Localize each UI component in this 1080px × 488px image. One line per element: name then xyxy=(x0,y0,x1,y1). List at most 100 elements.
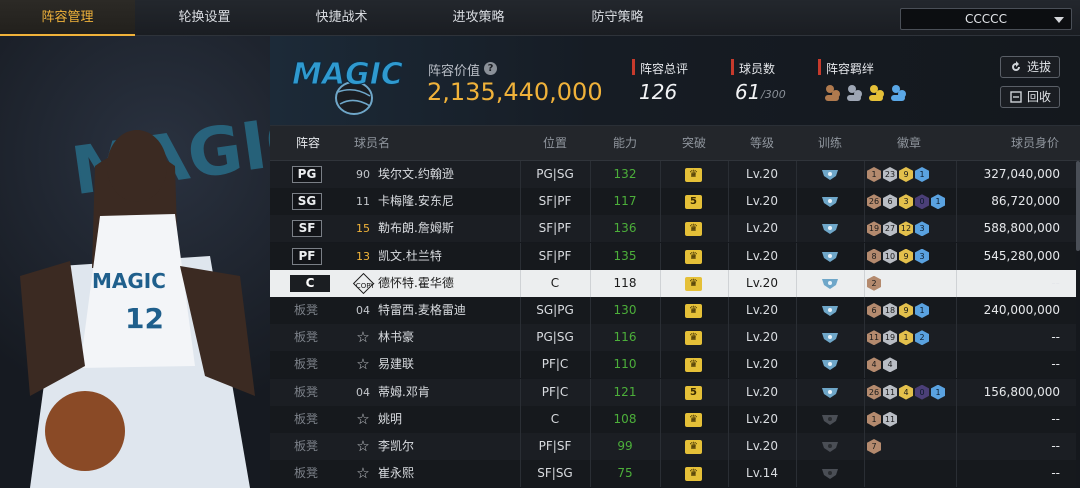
table-row[interactable]: PF 13 凯文.杜兰特 SF|PF 135 ♛ Lv.20 8 10 9 3 545,280,000 xyxy=(270,242,1076,270)
player-position: SF|SG xyxy=(537,466,573,481)
table-row[interactable]: SG 11 卡梅隆.安东尼 SF|PF 117 5 Lv.20 26 6 3 0 1 86,720,00… xyxy=(270,188,1076,216)
table-row[interactable]: SF 15 勒布朗.詹姆斯 SF|PF 136 ♛ Lv.20 19 27 12 3 588,800,… xyxy=(270,215,1076,243)
player-level: Lv.20 xyxy=(746,411,778,426)
col-badges[interactable]: 徽章 xyxy=(864,126,954,161)
star-icon: ☆ xyxy=(356,464,370,483)
badge-list[interactable]: 6 18 9 1 xyxy=(867,303,931,319)
col-training[interactable]: 训练 xyxy=(796,126,864,161)
col-slot[interactable]: 阵容 xyxy=(270,126,346,161)
player-ability: 121 xyxy=(613,384,637,399)
badge-list[interactable]: 26 11 4 0 1 xyxy=(867,384,947,401)
tab-lineup[interactable]: 阵容管理 xyxy=(0,0,135,36)
crown-icon: ♛ xyxy=(685,222,702,237)
bond-icons[interactable] xyxy=(822,82,914,104)
col-value[interactable]: 球员身价 xyxy=(1000,126,1070,161)
table-row[interactable]: 板凳 ☆ 易建联 PF|C 110 ♛ Lv.20 4 4 -- xyxy=(270,351,1076,379)
table-row[interactable]: 板凳 ☆ 李凯尔 PF|SF 99 ♛ Lv.20 7 -- xyxy=(270,433,1076,460)
jersey-number: 04 xyxy=(356,385,370,399)
player-ability: 75 xyxy=(617,466,633,481)
player-value: -- xyxy=(1051,275,1060,290)
table-row[interactable]: 板凳 04 蒂姆.邓肯 PF|C 121 5 Lv.20 26 11 4 0 1 156,800,000 xyxy=(270,378,1076,406)
badge-list[interactable]: 11 19 1 2 xyxy=(867,330,931,346)
player-position: SF|PF xyxy=(538,194,572,209)
tab-rotation[interactable]: 轮换设置 xyxy=(137,0,272,36)
badge-list[interactable]: 8 10 9 3 xyxy=(867,248,931,265)
crown-icon: ♛ xyxy=(685,412,702,427)
training-icon[interactable] xyxy=(822,278,838,289)
player-name[interactable]: 蒂姆.邓肯 xyxy=(378,379,430,406)
col-name[interactable]: 球员名 xyxy=(354,126,394,161)
player-ability: 118 xyxy=(613,275,637,290)
badge-list[interactable]: 1 11 xyxy=(867,411,899,428)
team-select-dropdown[interactable]: CCCCC xyxy=(900,8,1072,30)
col-ability[interactable]: 能力 xyxy=(590,126,660,161)
player-name[interactable]: 勒布朗.詹姆斯 xyxy=(378,215,454,242)
table-row[interactable]: 板凳 ☆ 崔永熙 SF|SG 75 ♛ Lv.14 -- xyxy=(270,460,1076,488)
player-name[interactable]: 凯文.杜兰特 xyxy=(378,243,442,270)
player-name[interactable]: 姚明 xyxy=(378,406,402,433)
player-name[interactable]: 特雷西.麦格雷迪 xyxy=(378,297,466,324)
training-icon[interactable] xyxy=(822,196,838,208)
training-icon[interactable] xyxy=(822,223,838,235)
breakthrough-badge: 5 xyxy=(685,195,702,210)
player-name[interactable]: 德怀特.霍华德 xyxy=(378,270,454,297)
table-row[interactable]: 板凳 ☆ 姚明 C 108 ♛ Lv.20 1 11 -- xyxy=(270,405,1076,433)
badge-list[interactable]: 19 27 12 3 xyxy=(867,221,931,237)
player-value: 156,800,000 xyxy=(983,384,1060,399)
player-level: Lv.20 xyxy=(746,384,778,399)
tab-offense[interactable]: 进攻策略 xyxy=(411,0,546,36)
training-icon[interactable] xyxy=(822,414,838,425)
table-row[interactable]: C COPY 德怀特.霍华德 C 118 ♛ Lv.20 2 -- xyxy=(270,269,1076,297)
recycle-icon xyxy=(1010,91,1022,103)
training-icon[interactable] xyxy=(822,468,838,480)
player-ability: 99 xyxy=(617,439,633,453)
team-select-value: CCCCC xyxy=(965,12,1007,26)
player-name[interactable]: 卡梅隆.安东尼 xyxy=(378,188,454,215)
training-icon[interactable] xyxy=(822,251,838,262)
player-ability: 136 xyxy=(613,221,637,236)
crown-icon: ♛ xyxy=(685,331,702,346)
badge-icon: 0 xyxy=(915,194,929,210)
player-name[interactable]: 林书豪 xyxy=(378,324,414,351)
badge-icon: 26 xyxy=(867,194,881,210)
training-icon[interactable] xyxy=(822,305,838,316)
table-row[interactable]: 板凳 04 特雷西.麦格雷迪 SG|PG 130 ♛ Lv.20 6 18 9 1 240,000,0… xyxy=(270,297,1076,324)
player-name[interactable]: 李凯尔 xyxy=(378,433,414,460)
player-position: PG|SG xyxy=(536,167,574,181)
breakthrough-badge: 5 xyxy=(685,385,702,400)
badge-list[interactable]: 7 xyxy=(867,439,883,455)
recycle-button[interactable]: 回收 xyxy=(1000,86,1060,108)
tab-defense[interactable]: 防守策略 xyxy=(550,0,685,36)
training-icon[interactable] xyxy=(822,387,838,398)
player-position: SG|PG xyxy=(536,303,574,317)
table-row[interactable]: PG 90 埃尔文.约翰逊 PG|SG 132 ♛ Lv.20 1 23 9 1 327,040,00… xyxy=(270,161,1076,188)
col-level[interactable]: 等级 xyxy=(728,126,796,161)
pick-button[interactable]: 选拔 xyxy=(1000,56,1060,78)
chevron-down-icon xyxy=(1054,17,1064,23)
training-icon[interactable] xyxy=(822,359,838,371)
badge-list[interactable]: 2 xyxy=(867,275,883,292)
tab-quick-tactics[interactable]: 快捷战术 xyxy=(274,0,409,36)
badge-icon: 0 xyxy=(915,384,929,400)
table-scrollbar[interactable] xyxy=(1076,161,1080,251)
training-icon[interactable] xyxy=(822,441,838,452)
badge-list[interactable]: 44 xyxy=(867,357,899,373)
svg-text:12: 12 xyxy=(125,302,164,335)
help-icon[interactable]: ? xyxy=(484,62,497,75)
table-row[interactable]: 板凳 ☆ 林书豪 PG|SG 116 ♛ Lv.20 11 19 1 2 -- xyxy=(270,324,1076,352)
training-icon[interactable] xyxy=(822,332,838,344)
col-position[interactable]: 位置 xyxy=(520,126,590,161)
player-name[interactable]: 埃尔文.约翰逊 xyxy=(378,161,454,188)
badge-list[interactable]: 26 6 3 0 1 xyxy=(867,194,947,210)
crown-icon: ♛ xyxy=(685,358,702,373)
badge-list[interactable]: 1 23 9 1 xyxy=(867,167,931,183)
player-name[interactable]: 易建联 xyxy=(378,351,414,378)
player-count-max: /300 xyxy=(761,88,786,101)
training-icon[interactable] xyxy=(822,169,838,180)
crown-icon: ♛ xyxy=(685,276,702,291)
badge-icon: 3 xyxy=(915,248,929,264)
player-name[interactable]: 崔永熙 xyxy=(378,460,414,487)
row-slot: PF xyxy=(292,247,322,265)
col-breakthrough[interactable]: 突破 xyxy=(660,126,728,161)
badge-icon: 2 xyxy=(867,275,881,291)
